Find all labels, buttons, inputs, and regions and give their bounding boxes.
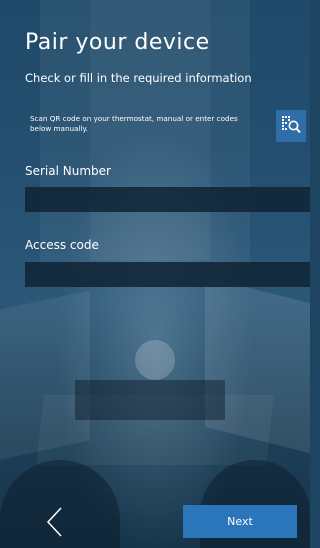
chevron-left-icon [45, 507, 65, 541]
back-button[interactable] [40, 506, 70, 538]
page-subtitle: Check or fill in the required informatio… [25, 71, 252, 85]
serial-number-field[interactable] [25, 187, 310, 212]
serial-number-label: Serial Number [25, 164, 111, 178]
qr-scan-icon [281, 115, 301, 138]
qr-scan-button[interactable] [276, 110, 306, 142]
pairing-screen: Pair your device Check or fill in the re… [0, 0, 310, 548]
scan-instructions: Scan QR code on your thermostat, manual … [30, 114, 238, 133]
access-code-field[interactable] [25, 262, 310, 287]
page-title: Pair your device [25, 30, 210, 55]
access-code-label: Access code [25, 238, 99, 252]
next-button[interactable]: Next [183, 505, 297, 538]
